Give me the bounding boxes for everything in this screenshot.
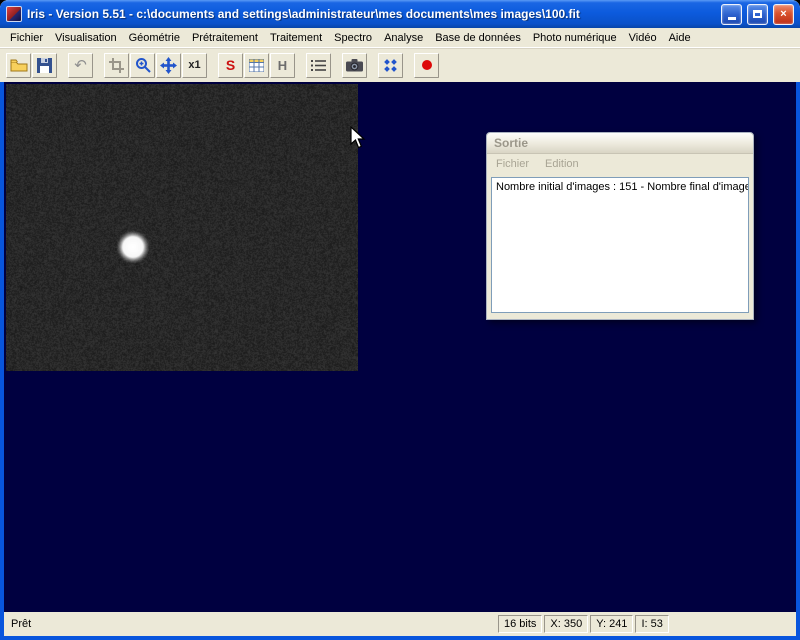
app-icon	[6, 6, 22, 22]
list-icon	[311, 59, 326, 72]
scatter-button[interactable]	[378, 53, 403, 78]
window-bottom-border	[0, 636, 800, 640]
menu-analyse[interactable]: Analyse	[378, 30, 429, 46]
status-ready-label: Prêt	[8, 618, 496, 630]
sortie-window: Sortie Fichier Edition Nombre initial d'…	[486, 132, 754, 320]
sortie-menubar: Fichier Edition	[487, 154, 753, 173]
menu-fichier[interactable]: Fichier	[4, 30, 49, 46]
menubar: Fichier Visualisation Géométrie Prétrait…	[0, 28, 800, 47]
status-intensity-panel: I: 53	[635, 615, 668, 633]
zoom-x1-button[interactable]: x1	[182, 53, 207, 78]
sortie-menu-fichier[interactable]: Fichier	[496, 158, 529, 170]
grid-icon	[249, 59, 264, 72]
command-list-button[interactable]	[306, 53, 331, 78]
iris-main-window: Iris - Version 5.51 - c:\documents and s…	[0, 0, 800, 640]
camera-icon	[346, 59, 363, 72]
zoom-button[interactable]	[130, 53, 155, 78]
undo-button[interactable]: ↶	[68, 53, 93, 78]
threshold-s-icon: S	[226, 57, 235, 73]
undo-arrow-icon: ↶	[74, 56, 87, 74]
maximize-icon	[753, 10, 762, 18]
menu-spectro[interactable]: Spectro	[328, 30, 378, 46]
sortie-titlebar[interactable]: Sortie	[487, 133, 753, 154]
sortie-title: Sortie	[494, 136, 528, 150]
grid-view-button[interactable]	[244, 53, 269, 78]
titlebar[interactable]: Iris - Version 5.51 - c:\documents and s…	[0, 0, 800, 28]
x1-label: x1	[188, 59, 200, 71]
camera-button[interactable]	[342, 53, 367, 78]
blue-dots-icon	[383, 58, 398, 73]
minimize-button[interactable]	[721, 4, 742, 25]
pan-arrows-icon	[160, 57, 177, 74]
menu-pretraitement[interactable]: Prétraitement	[186, 30, 264, 46]
crop-icon	[109, 58, 124, 73]
crop-button[interactable]	[104, 53, 129, 78]
status-y-panel: Y: 241	[590, 615, 633, 633]
record-button[interactable]	[414, 53, 439, 78]
toolbar: ↶ x1 S H	[0, 47, 800, 82]
minimize-icon	[728, 17, 736, 20]
menu-visualisation[interactable]: Visualisation	[49, 30, 123, 46]
statusbar: Prêt 16 bits X: 350 Y: 241 I: 53	[0, 612, 800, 636]
workspace: Sortie Fichier Edition Nombre initial d'…	[0, 82, 800, 612]
menu-traitement[interactable]: Traitement	[264, 30, 328, 46]
save-button[interactable]	[32, 53, 57, 78]
pan-button[interactable]	[156, 53, 181, 78]
menu-video[interactable]: Vidéo	[623, 30, 663, 46]
histogram-h-icon: H	[278, 58, 287, 73]
sortie-menu-edition[interactable]: Edition	[545, 158, 579, 170]
menu-photo-numerique[interactable]: Photo numérique	[527, 30, 623, 46]
menu-geometrie[interactable]: Géométrie	[123, 30, 186, 46]
image-canvas[interactable]	[6, 84, 358, 371]
status-bits-panel: 16 bits	[498, 615, 542, 633]
sortie-output-text: Nombre initial d'images : 151 - Nombre f…	[491, 177, 749, 313]
histogram-button[interactable]: H	[270, 53, 295, 78]
red-dot-icon	[421, 59, 433, 71]
magnifier-icon	[135, 57, 151, 73]
close-icon: ×	[780, 9, 786, 20]
open-image-button[interactable]	[6, 53, 31, 78]
menu-aide[interactable]: Aide	[663, 30, 697, 46]
folder-open-icon	[10, 58, 28, 72]
window-title: Iris - Version 5.51 - c:\documents and s…	[27, 7, 716, 21]
menu-base-de-donnees[interactable]: Base de données	[429, 30, 527, 46]
floppy-disk-icon	[37, 58, 52, 73]
threshold-button[interactable]: S	[218, 53, 243, 78]
maximize-button[interactable]	[747, 4, 768, 25]
status-x-panel: X: 350	[544, 615, 588, 633]
close-button[interactable]: ×	[773, 4, 794, 25]
